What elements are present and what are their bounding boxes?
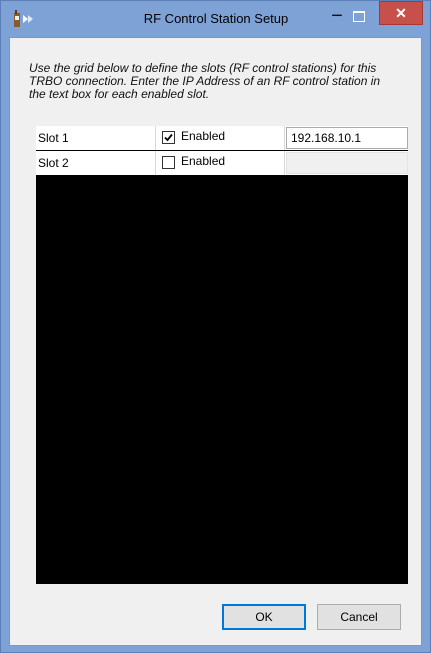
- minimize-button[interactable]: −: [327, 6, 347, 27]
- window-title: RF Control Station Setup: [143, 11, 289, 26]
- slot-name-cell: Slot 1: [36, 126, 156, 150]
- slot-name-cell: Slot 2: [36, 151, 156, 175]
- title-bar[interactable]: RF Control Station Setup − ✕: [1, 1, 430, 37]
- ok-button[interactable]: OK: [222, 604, 306, 630]
- maximize-button[interactable]: [349, 7, 369, 27]
- ip-cell: [286, 151, 408, 175]
- slot-1-ip-input[interactable]: [286, 127, 408, 149]
- grid-row-slot-1: Slot 1 Enabled: [36, 126, 408, 150]
- slot-name: Slot 2: [38, 156, 69, 170]
- slot-name: Slot 1: [38, 131, 69, 145]
- checkmark-icon: [164, 133, 173, 142]
- slots-grid: Slot 1 Enabled Slot 2 Enabled: [36, 126, 408, 584]
- instructions-text: Use the grid below to define the slots (…: [29, 61, 381, 101]
- enabled-cell: Enabled: [157, 151, 285, 175]
- ip-cell: [286, 126, 408, 150]
- close-button[interactable]: ✕: [379, 1, 423, 25]
- slot-2-enabled-checkbox[interactable]: [162, 156, 175, 169]
- enabled-label: Enabled: [181, 129, 226, 143]
- maximize-icon: [353, 11, 365, 22]
- slot-1-enabled-checkbox[interactable]: [162, 131, 175, 144]
- grid-row-slot-2: Slot 2 Enabled: [36, 151, 408, 175]
- enabled-cell: Enabled: [157, 126, 285, 150]
- radio-icon: [11, 9, 35, 29]
- enabled-label: Enabled: [181, 154, 226, 168]
- dialog-window: RF Control Station Setup − ✕ Use the gri…: [0, 0, 431, 653]
- cancel-button[interactable]: Cancel: [317, 604, 401, 630]
- slot-2-ip-input-disabled: [286, 152, 408, 174]
